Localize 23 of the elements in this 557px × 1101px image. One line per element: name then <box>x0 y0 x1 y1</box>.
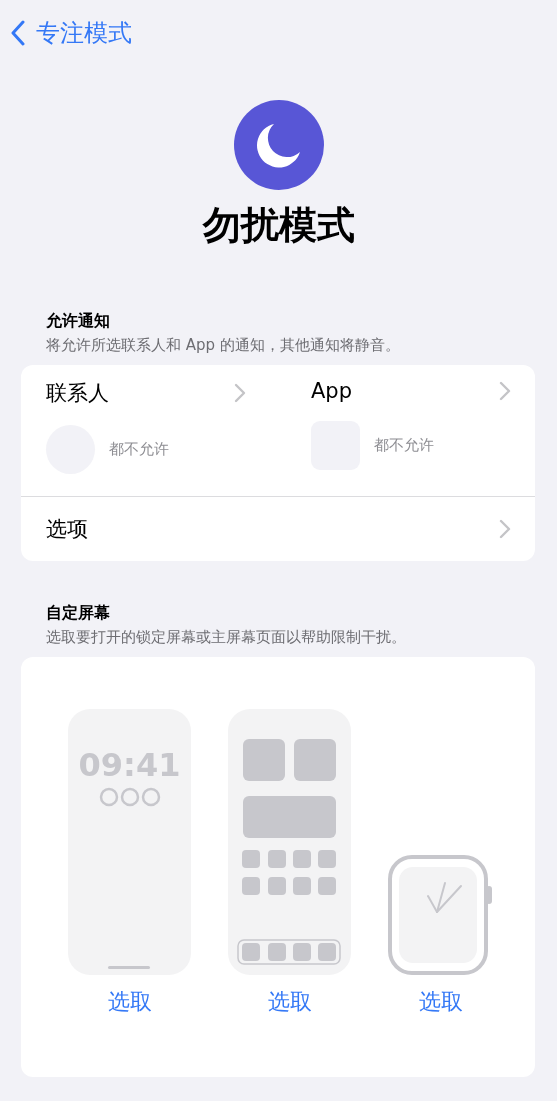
watch-drawing[interactable] <box>388 855 494 975</box>
home-indicator <box>108 966 150 969</box>
widget-circles-icon <box>98 787 161 807</box>
section-header: 允许通知 <box>46 311 110 332</box>
select-link[interactable]: 选取 <box>107 987 152 1017</box>
select-link[interactable]: 选取 <box>419 987 463 1017</box>
section-description: 将允许所选联系人和 App 的通知，其他通知将静音。 <box>46 336 400 355</box>
status-text: 都不允许 <box>109 440 169 459</box>
allow-link[interactable]: 联系人 <box>46 379 246 407</box>
section-header: 自定屏幕 <box>46 603 110 624</box>
chevron-left-icon <box>10 20 26 46</box>
section-description: 选取要打开的锁定屏幕或主屏幕页面以帮助限制干扰。 <box>46 628 406 647</box>
moon-icon <box>233 100 324 190</box>
chevron-right-icon <box>499 519 511 539</box>
allow-link[interactable]: App <box>311 379 511 403</box>
chevron-right-icon <box>499 381 511 401</box>
home-screen-drawing[interactable] <box>228 709 351 975</box>
status-text: 都不允许 <box>374 436 434 455</box>
focus-title: 勿扰模式 <box>202 202 355 249</box>
select-link[interactable]: 选取 <box>267 987 312 1017</box>
options-row[interactable]: 选项 <box>21 497 535 561</box>
chevron-right-icon <box>234 383 246 403</box>
back-button[interactable]: 专注模式 <box>10 17 132 49</box>
